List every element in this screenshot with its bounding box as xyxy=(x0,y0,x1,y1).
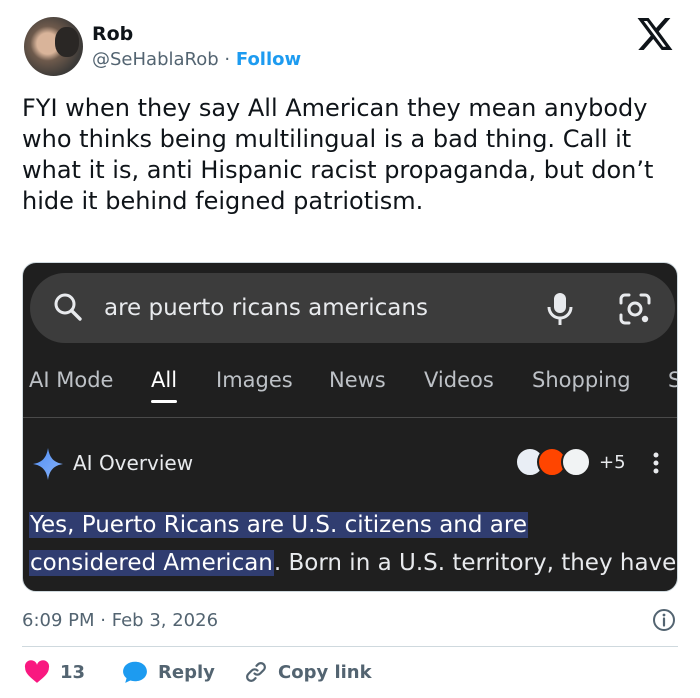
copy-link-button[interactable]: Copy link xyxy=(244,657,372,687)
overview-highlight: Yes, Puerto Ricans are U.S. citizens and… xyxy=(29,512,528,538)
overview-continuation: . Born in a U.S. territory, they have xyxy=(273,550,677,576)
tweet-media-screenshot[interactable]: are puerto ricans americans AI Mode All … xyxy=(22,262,678,592)
link-icon xyxy=(246,662,266,682)
tweet-date: Feb 3, 2026 xyxy=(111,610,219,631)
tab-images[interactable]: Images xyxy=(216,363,293,397)
tab-all[interactable]: All xyxy=(151,363,177,397)
search-bar[interactable]: are puerto ricans americans xyxy=(30,273,675,343)
tab-videos[interactable]: Videos xyxy=(424,363,494,397)
overview-highlight: considered American xyxy=(29,550,274,576)
ai-overview-text: Yes, Puerto Ricans are U.S. citizens and… xyxy=(29,506,677,582)
search-query[interactable]: are puerto ricans americans xyxy=(104,293,428,323)
tweet-timestamp[interactable]: 6:09 PM · Feb 3, 2026 xyxy=(22,609,218,633)
tab-news[interactable]: News xyxy=(329,363,386,397)
active-tab-indicator xyxy=(151,400,177,403)
avatar[interactable] xyxy=(24,17,83,76)
like-button[interactable]: 13 xyxy=(24,657,85,687)
author-handle[interactable]: @SeHablaRob xyxy=(92,49,219,70)
reply-bubble-icon xyxy=(123,661,147,683)
tweet-text: FYI when they say All American they mean… xyxy=(22,94,654,215)
tweet-actions: 13 Reply Copy link xyxy=(22,657,678,687)
sparkle-icon xyxy=(33,448,63,480)
tweet-time: 6:09 PM xyxy=(22,610,95,631)
kebab-icon[interactable] xyxy=(653,451,659,475)
ai-overview-header: AI Overview +5 xyxy=(23,445,677,485)
author-name[interactable]: Rob xyxy=(92,22,133,46)
info-icon[interactable] xyxy=(652,608,676,632)
mic-icon[interactable] xyxy=(543,291,577,327)
handle-separator: · xyxy=(224,49,231,70)
ai-overview-label: AI Overview xyxy=(73,451,194,475)
meta-separator: · xyxy=(100,610,106,631)
author-handle-row: @SeHablaRob · Follow xyxy=(92,48,301,72)
copy-link-label: Copy link xyxy=(278,661,372,683)
like-count: 13 xyxy=(60,661,86,683)
source-favicon[interactable] xyxy=(561,447,591,477)
x-logo-icon[interactable] xyxy=(634,18,676,50)
search-tabs: AI Mode All Images News Videos Shopping … xyxy=(23,363,677,418)
divider xyxy=(22,646,678,647)
sources-more-count[interactable]: +5 xyxy=(599,450,626,476)
heart-icon xyxy=(24,660,50,683)
reply-label: Reply xyxy=(158,661,215,683)
lens-icon[interactable] xyxy=(618,292,652,326)
tab-ai-mode[interactable]: AI Mode xyxy=(29,363,113,397)
reply-button[interactable]: Reply xyxy=(122,657,215,687)
tab-overflow[interactable]: S xyxy=(668,363,677,397)
search-icon xyxy=(54,293,82,321)
tab-shopping[interactable]: Shopping xyxy=(532,363,631,397)
follow-button[interactable]: Follow xyxy=(236,49,301,70)
